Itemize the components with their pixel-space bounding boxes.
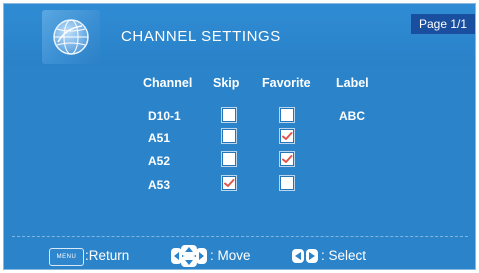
page-title: CHANNEL SETTINGS [121, 28, 281, 45]
page-indicator: Page 1/1 [411, 14, 475, 34]
skip-checkbox[interactable] [221, 151, 237, 167]
channel-name[interactable]: A51 [148, 131, 170, 145]
footer-divider [12, 236, 468, 237]
return-hint: :Return [85, 248, 130, 263]
channel-settings-screen: CHANNEL SETTINGS Page 1/1 Channel Skip F… [3, 3, 476, 270]
logo-tile [42, 10, 100, 64]
left-right-arrows-icon [292, 249, 318, 263]
skip-checkbox[interactable] [221, 128, 237, 144]
skip-checkbox[interactable] [221, 107, 237, 123]
channel-name[interactable]: A53 [148, 178, 170, 192]
move-hint: : Move [210, 248, 251, 263]
favorite-checkbox[interactable] [279, 128, 295, 144]
channel-label[interactable]: ABC [339, 109, 365, 123]
favorite-checkbox[interactable] [279, 107, 295, 123]
checkmark-icon [224, 179, 235, 187]
column-header-label: Label [336, 76, 369, 90]
menu-key-icon: MENU [49, 248, 84, 266]
favorite-checkbox[interactable] [279, 175, 295, 191]
skip-checkbox[interactable] [221, 175, 237, 191]
column-header-channel: Channel [143, 76, 193, 90]
column-header-favorite: Favorite [262, 76, 311, 90]
checkmark-icon [282, 132, 293, 140]
column-header-skip: Skip [213, 76, 240, 90]
select-hint: : Select [321, 248, 367, 263]
favorite-checkbox[interactable] [279, 151, 295, 167]
four-way-arrows-icon [171, 245, 207, 267]
channel-name[interactable]: A52 [148, 154, 170, 168]
checkmark-icon [282, 155, 293, 163]
globe-icon [53, 19, 89, 55]
channel-name[interactable]: D10-1 [148, 109, 181, 123]
